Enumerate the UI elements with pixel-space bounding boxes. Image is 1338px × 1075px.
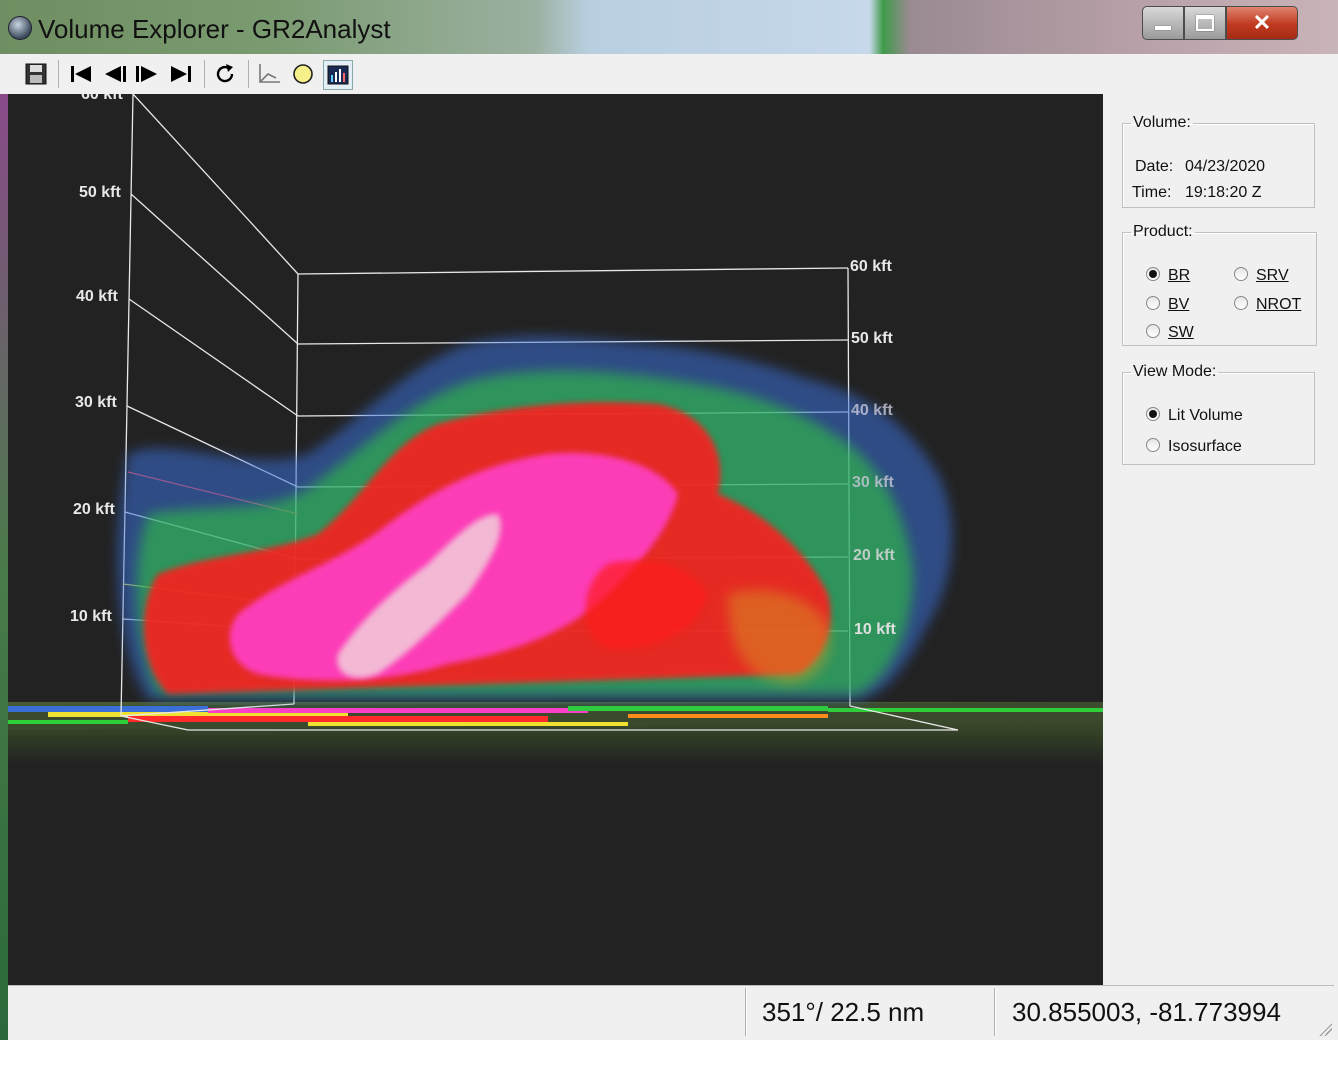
right-elevation-label: 30 kft	[852, 474, 894, 491]
skip-last-icon	[171, 66, 191, 82]
right-elevation-label: 40 kft	[851, 402, 893, 419]
refresh-button[interactable]	[211, 60, 239, 88]
floppy-icon	[25, 63, 47, 85]
isosurface-radio[interactable]	[1146, 438, 1160, 452]
sw-label[interactable]: SW	[1168, 324, 1194, 342]
cross-section-icon	[259, 64, 280, 83]
status-bar: 351°/ 22.5 nm 30.855003, -81.773994	[8, 985, 1334, 1038]
left-elevation-label: 10 kft	[70, 608, 112, 625]
lit-volume-label[interactable]: Lit Volume	[1168, 407, 1243, 425]
color-table-button[interactable]	[323, 60, 353, 90]
view-mode-legend: View Mode:	[1133, 363, 1217, 380]
coordinates-readout: 30.855003, -81.773994	[994, 988, 1334, 1036]
storm-volume	[117, 336, 952, 700]
isosurface-label[interactable]: Isosurface	[1168, 438, 1242, 456]
refresh-icon	[216, 64, 234, 83]
left-elevation-label: 30 kft	[75, 394, 117, 411]
step-back-icon	[105, 66, 126, 82]
radar-volume-render	[8, 94, 1103, 764]
color-table-icon	[327, 65, 349, 85]
bv-label[interactable]: BV	[1168, 296, 1189, 314]
right-elevation-label: 20 kft	[853, 547, 895, 564]
time-label: Time:	[1132, 184, 1172, 201]
toolbar-separator	[58, 60, 59, 88]
minimize-button[interactable]	[1142, 6, 1184, 40]
srv-label[interactable]: SRV	[1256, 267, 1289, 285]
previous-frame-button[interactable]	[101, 60, 129, 88]
volume-explorer-window: Volume Explorer - GR2Analyst ✕ 60 kft 50…	[0, 0, 1338, 1040]
br-label[interactable]: BR	[1168, 267, 1190, 285]
product-legend: Product:	[1133, 223, 1193, 240]
close-button[interactable]: ✕	[1226, 6, 1298, 40]
volume-legend: Volume:	[1133, 114, 1191, 131]
skip-first-icon	[71, 66, 91, 82]
left-elevation-label: 60 kft	[81, 94, 123, 103]
maximize-icon	[1196, 15, 1214, 31]
toolbar-separator	[248, 60, 249, 88]
nrot-label[interactable]: NROT	[1256, 296, 1301, 314]
br-radio[interactable]	[1146, 267, 1160, 281]
volume-group: Volume: Date: 04/23/2020 Time: 19:18:20 …	[1122, 114, 1315, 208]
product-group: Product: BR SRV BV NROT SW	[1122, 223, 1317, 346]
right-elevation-label: 10 kft	[854, 621, 896, 638]
next-frame-button[interactable]	[133, 60, 161, 88]
window-controls: ✕	[1142, 6, 1298, 40]
control-panel: Volume: Date: 04/23/2020 Time: 19:18:20 …	[1103, 94, 1334, 985]
save-button[interactable]	[22, 60, 50, 88]
minimize-icon	[1155, 26, 1171, 30]
lit-volume-radio[interactable]	[1146, 407, 1160, 421]
app-icon	[8, 16, 32, 40]
date-value: 04/23/2020	[1185, 158, 1266, 175]
window-title: Volume Explorer - GR2Analyst	[38, 14, 391, 44]
right-elevation-label: 60 kft	[850, 258, 892, 275]
first-frame-button[interactable]	[67, 60, 95, 88]
maximize-button[interactable]	[1184, 6, 1226, 40]
close-icon: ✕	[1252, 10, 1272, 35]
left-elevation-label: 50 kft	[79, 184, 121, 201]
date-label: Date:	[1135, 158, 1174, 175]
left-elevation-label: 20 kft	[73, 501, 115, 518]
bearing-range-readout: 351°/ 22.5 nm	[745, 988, 992, 1036]
nrot-radio[interactable]	[1234, 296, 1248, 310]
time-value: 19:18:20 Z	[1185, 184, 1262, 201]
circle-tool-button[interactable]	[289, 60, 317, 88]
left-elevation-label: 40 kft	[76, 288, 118, 305]
toolbar	[8, 54, 1334, 95]
resize-grip-icon[interactable]	[1316, 1020, 1332, 1036]
last-frame-button[interactable]	[167, 60, 195, 88]
status-message	[8, 988, 743, 1036]
sw-radio[interactable]	[1146, 324, 1160, 338]
bv-radio[interactable]	[1146, 296, 1160, 310]
srv-radio[interactable]	[1234, 267, 1248, 281]
cross-section-button[interactable]	[255, 60, 283, 88]
volume-3d-viewport[interactable]: 60 kft 50 kft 40 kft 30 kft 20 kft 10 kf…	[8, 94, 1103, 985]
toolbar-separator	[204, 60, 205, 88]
right-elevation-label: 50 kft	[851, 330, 893, 347]
title-bar[interactable]: Volume Explorer - GR2Analyst ✕	[0, 0, 1338, 54]
step-forward-icon	[136, 66, 157, 82]
view-mode-group: View Mode: Lit Volume Isosurface	[1122, 363, 1315, 465]
background-edge	[0, 94, 8, 1040]
circle-icon	[293, 64, 313, 84]
